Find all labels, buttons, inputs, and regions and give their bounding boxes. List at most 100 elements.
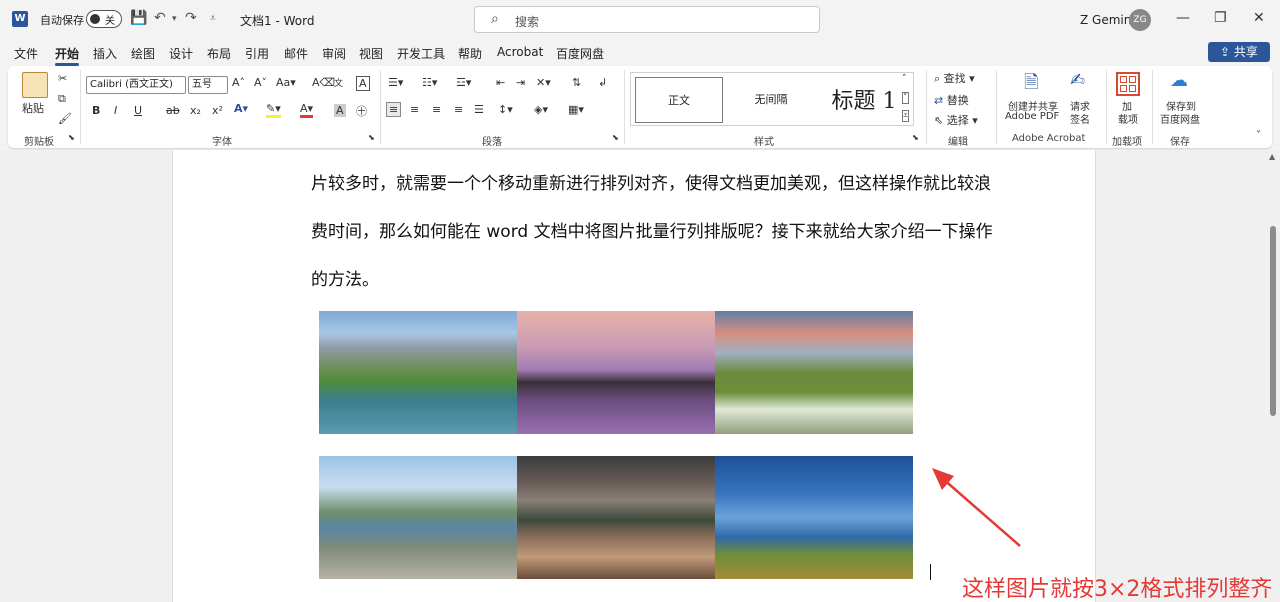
bold-button[interactable]: B [92, 104, 100, 117]
styles-more-icon[interactable]: ⩡ [902, 110, 910, 122]
underline-button[interactable]: U [134, 104, 142, 117]
paragraph-line[interactable]: 片较多时，就需要一个个移动重新进行排列对齐，使得文档更加美观，但这样操作就比较浪 [311, 169, 991, 194]
paragraph-launcher-icon[interactable]: ⬊ [612, 133, 619, 142]
landscape-image-mountain-boats[interactable] [517, 456, 715, 579]
tab-design[interactable]: 设计 [169, 45, 193, 62]
baidu-cloud-icon[interactable]: ☁ [1170, 70, 1188, 91]
numbering-icon[interactable]: ☷▾ [422, 76, 437, 89]
tab-layout[interactable]: 布局 [207, 45, 231, 62]
tab-view[interactable]: 视图 [359, 45, 383, 62]
multilevel-list-icon[interactable]: ☲▾ [456, 76, 471, 89]
line-spacing-icon[interactable]: ↕▾ [498, 103, 513, 116]
format-painter-icon[interactable]: 🖌 [58, 112, 72, 125]
user-name[interactable]: Z Gemini [1080, 13, 1135, 27]
align-left-icon[interactable]: ≡ [386, 102, 402, 117]
char-shading-icon[interactable]: A [334, 104, 346, 117]
landscape-image-sunset-rocks[interactable] [517, 311, 715, 434]
adobe-pdf-label[interactable]: Adobe PDF [1005, 111, 1059, 122]
landscape-image-flower-field[interactable] [715, 311, 913, 434]
undo-dropdown-icon[interactable]: ▾ [172, 14, 177, 24]
text-effects-icon[interactable]: A▾ [234, 102, 248, 115]
customize-icon[interactable]: ⩡ [210, 13, 216, 24]
tab-developer[interactable]: 开发工具 [397, 45, 445, 62]
strikethrough-button[interactable]: ab [166, 104, 180, 117]
minimize-icon[interactable]: — [1176, 10, 1190, 26]
char-border-icon[interactable]: A [356, 76, 370, 91]
autosave-toggle[interactable]: 关 [86, 10, 122, 28]
paste-icon[interactable] [22, 72, 48, 98]
collapse-ribbon-icon[interactable]: ˅ [1256, 130, 1261, 141]
clear-format-icon[interactable]: A⌫ [312, 76, 335, 89]
distributed-icon[interactable]: ☰ [474, 103, 484, 116]
align-right-icon[interactable]: ≡ [432, 103, 441, 116]
cut-icon[interactable]: ✂ [58, 72, 67, 85]
superscript-button[interactable]: x² [212, 104, 223, 117]
copy-icon[interactable]: ⧉ [58, 92, 66, 106]
scroll-thumb[interactable] [1270, 226, 1276, 416]
search-box[interactable]: ⌕ 搜索 [474, 6, 820, 33]
tab-review[interactable]: 审阅 [322, 45, 346, 62]
tab-acrobat[interactable]: Acrobat [497, 45, 543, 59]
align-center-icon[interactable]: ≡ [410, 103, 419, 116]
italic-button[interactable]: I [114, 104, 117, 117]
replace-button[interactable]: ⇄ 替换 [934, 92, 969, 108]
addins-label-2[interactable]: 载项 [1118, 111, 1138, 126]
chinese-layout-icon[interactable]: ✕▾ [536, 76, 551, 89]
borders-icon[interactable]: ▦▾ [568, 103, 584, 116]
avatar[interactable]: ZG [1129, 9, 1151, 31]
tab-draw[interactable]: 绘图 [131, 45, 155, 62]
create-pdf-icon[interactable]: 🗎 [1024, 70, 1038, 100]
font-size-select[interactable]: 五号 [188, 76, 228, 94]
sort-icon[interactable]: ⇅ [572, 76, 581, 89]
maximize-icon[interactable]: ❐ [1214, 10, 1227, 26]
highlight-icon[interactable]: ✎▾ [266, 102, 281, 118]
tab-file[interactable]: 文件 [14, 45, 38, 62]
shading-icon[interactable]: ◈▾ [534, 103, 548, 116]
landscape-image-tree-meadow[interactable] [715, 456, 913, 579]
show-marks-icon[interactable]: ↲ [598, 76, 607, 89]
close-icon[interactable]: ✕ [1253, 10, 1265, 26]
share-button[interactable]: ⇪ 共享 [1208, 42, 1270, 62]
enclose-char-icon[interactable]: ㊉ [356, 103, 367, 119]
vertical-scrollbar[interactable]: ▲ [1268, 152, 1278, 592]
justify-icon[interactable]: ≡ [454, 103, 463, 116]
sign-label[interactable]: 签名 [1070, 111, 1090, 126]
tab-home[interactable]: 开始 [55, 45, 80, 66]
scroll-up-icon[interactable]: ▲ [1269, 152, 1275, 161]
shrink-font-icon[interactable]: A˅ [254, 76, 267, 89]
tab-references[interactable]: 引用 [245, 45, 269, 62]
paragraph-line[interactable]: 费时间，那么如何能在 word 文档中将图片批量行列排版呢？接下来就给大家介绍一… [311, 217, 993, 242]
tab-insert[interactable]: 插入 [93, 45, 117, 62]
addins-icon[interactable] [1116, 72, 1140, 96]
font-color-icon[interactable]: A▾ [300, 102, 314, 118]
styles-scroll-down-icon[interactable]: ˅ [902, 92, 909, 104]
subscript-button[interactable]: x₂ [190, 104, 201, 117]
paste-label[interactable]: 粘贴 [22, 100, 44, 116]
select-button[interactable]: ⇖ 选择 ▾ [934, 112, 978, 128]
increase-indent-icon[interactable]: ⇥ [516, 76, 525, 89]
tab-help[interactable]: 帮助 [458, 45, 482, 62]
landscape-image-mountain-lake[interactable] [319, 311, 517, 434]
tab-mailings[interactable]: 邮件 [284, 45, 308, 62]
font-name-select[interactable]: Calibri (西文正文) [86, 76, 186, 94]
clipboard-launcher-icon[interactable]: ⬊ [68, 133, 75, 142]
redo-icon[interactable]: ↷ [185, 10, 197, 26]
save-icon[interactable]: 💾 [130, 10, 147, 26]
styles-launcher-icon[interactable]: ⬊ [912, 133, 919, 142]
find-button[interactable]: ⌕ 查找 ▾ [934, 70, 975, 86]
paragraph-line[interactable]: 的方法。 [311, 265, 379, 290]
font-launcher-icon[interactable]: ⬊ [368, 133, 375, 142]
phonetic-guide-icon[interactable]: 文 [334, 76, 343, 89]
landscape-image-alpine-lake[interactable] [319, 456, 517, 579]
style-normal[interactable]: 正文 [635, 77, 723, 123]
baidu-netdisk-label[interactable]: 百度网盘 [1160, 111, 1200, 126]
undo-icon[interactable]: ↶ [154, 10, 166, 26]
tab-baidu-netdisk[interactable]: 百度网盘 [556, 45, 604, 62]
style-heading-1[interactable]: 标题 1 [817, 77, 911, 123]
styles-scroll-up-icon[interactable]: ˄ [902, 74, 907, 84]
bullets-icon[interactable]: ☰▾ [388, 76, 403, 89]
request-sign-icon[interactable]: ✍ [1070, 70, 1085, 91]
change-case-icon[interactable]: Aa▾ [276, 76, 296, 89]
decrease-indent-icon[interactable]: ⇤ [496, 76, 505, 89]
style-no-spacing[interactable]: 无间隔 [727, 77, 815, 123]
